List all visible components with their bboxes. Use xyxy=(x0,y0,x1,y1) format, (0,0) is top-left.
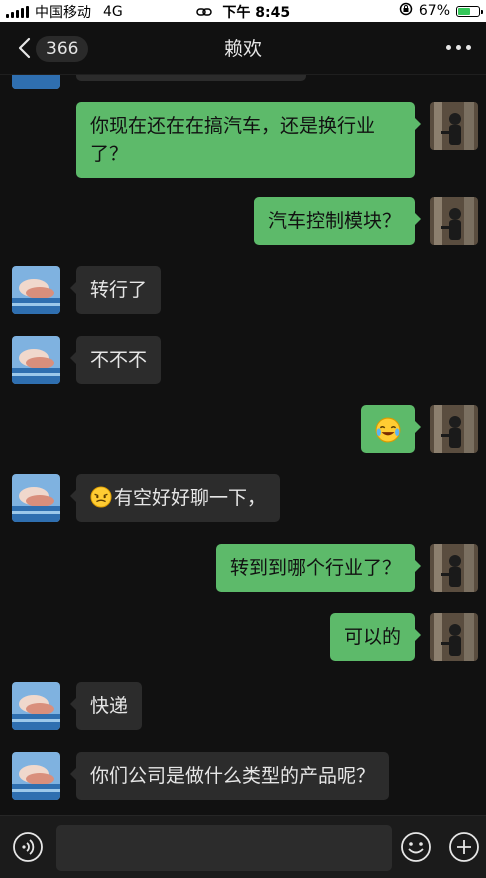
message-text: 转行了 xyxy=(90,279,148,301)
message-text: 有空好好聊一下， xyxy=(114,487,267,509)
emoji-icon xyxy=(401,832,431,862)
more-dots-icon xyxy=(446,44,451,50)
battery-icon xyxy=(456,5,483,17)
message-bubble[interactable]: 你们公司是做什么类型的产品呢？ xyxy=(69,752,390,800)
message-bubble[interactable]: 你现在还在在搞汽车，还是换行业了？ xyxy=(76,102,421,178)
message-bubble[interactable]: 快递 xyxy=(69,682,143,730)
add-button[interactable] xyxy=(448,831,480,863)
crying-laughing-emoji xyxy=(375,417,401,443)
chat-header: 366 赖欢 xyxy=(0,22,486,75)
emoji-button[interactable] xyxy=(400,831,432,863)
more-button[interactable] xyxy=(446,40,472,54)
rotation-lock-icon xyxy=(399,2,413,20)
contact-avatar[interactable] xyxy=(12,75,60,89)
message-bubble[interactable]: 转到到哪个行业了？ xyxy=(215,544,422,592)
my-avatar[interactable] xyxy=(430,613,478,661)
clock: 下午 8:45 xyxy=(222,5,291,21)
message-input[interactable] xyxy=(56,825,392,871)
message-bubble[interactable]: 有空好好聊一下， xyxy=(69,474,281,522)
message-text: 不不不 xyxy=(90,349,148,371)
grimace-emoji xyxy=(90,486,112,508)
message-text: 快递 xyxy=(90,695,129,717)
link-icon xyxy=(196,5,216,21)
message-bubble[interactable]: 转行了 xyxy=(69,266,162,314)
my-avatar[interactable] xyxy=(430,102,478,150)
message-text: 你现在还在在搞汽车，还是换行业了？ xyxy=(90,115,376,165)
message-text: 可以的 xyxy=(343,626,401,648)
contact-avatar[interactable] xyxy=(12,682,60,730)
input-bar xyxy=(0,815,486,878)
status-bar: 中国移动 4G 下午 8:45 67% xyxy=(0,0,486,22)
unread-count-badge[interactable]: 366 xyxy=(36,36,89,62)
contact-avatar[interactable] xyxy=(12,266,60,314)
message-text: 你们公司是做什么类型的产品呢？ xyxy=(90,765,376,787)
message-bubble-partial xyxy=(76,75,306,81)
add-icon xyxy=(449,832,479,862)
contact-avatar[interactable] xyxy=(12,336,60,384)
back-button[interactable] xyxy=(14,36,38,60)
message-text: 汽车控制模块？ xyxy=(267,210,401,232)
voice-button[interactable] xyxy=(12,831,44,863)
message-text: 转到到哪个行业了？ xyxy=(229,557,401,579)
voice-icon xyxy=(13,832,43,862)
contact-avatar[interactable] xyxy=(12,752,60,800)
message-bubble[interactable]: 可以的 xyxy=(329,613,422,661)
my-avatar[interactable] xyxy=(430,405,478,453)
contact-avatar[interactable] xyxy=(12,474,60,522)
my-avatar[interactable] xyxy=(430,544,478,592)
message-bubble[interactable] xyxy=(361,405,421,453)
my-avatar[interactable] xyxy=(430,197,478,245)
chevron-left-icon xyxy=(18,37,31,59)
message-bubble[interactable]: 汽车控制模块？ xyxy=(253,197,422,245)
message-bubble[interactable]: 不不不 xyxy=(69,336,162,384)
chat-area[interactable]: 你现在还在在搞汽车，还是换行业了？ 汽车控制模块？ 转行了 不不不 有空好好聊一… xyxy=(0,75,486,815)
battery-percent: 67% xyxy=(418,3,450,19)
